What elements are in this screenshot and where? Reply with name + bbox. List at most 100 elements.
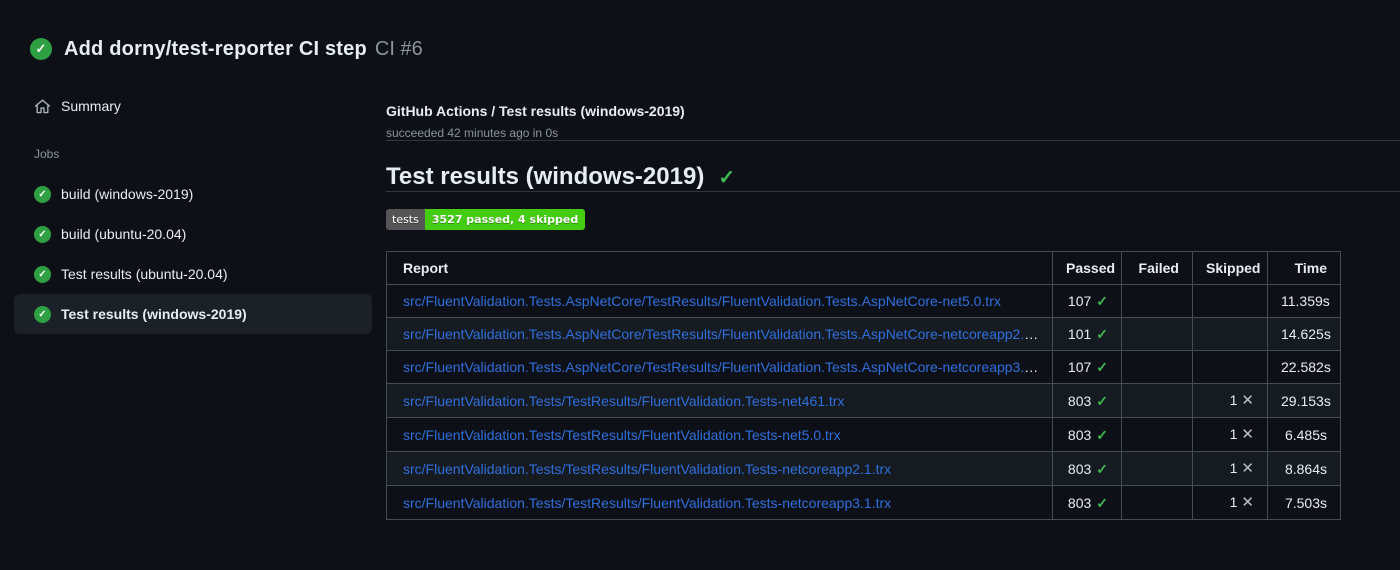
job-success-icon: ✓ [34,265,51,283]
report-link[interactable]: src/FluentValidation.Tests.AspNetCore/Te… [403,326,1051,342]
job-success-icon: ✓ [34,225,51,243]
column-header-skipped: Skipped [1192,251,1268,285]
time-cell: 22.582s [1267,350,1341,384]
failed-cell [1121,284,1193,318]
failed-cell [1121,485,1193,520]
x-icon: ✕ [1241,494,1254,511]
check-run-status-line: succeeded 42 minutes ago in 0s [386,126,559,140]
passed-count: 803 [1067,426,1092,443]
home-icon [34,98,51,113]
report-link[interactable]: src/FluentValidation.Tests/TestResults/F… [403,427,841,443]
passed-count: 101 [1067,326,1092,342]
report-cell: src/FluentValidation.Tests.AspNetCore/Te… [386,350,1053,384]
sidebar-item-label: Summary [61,98,121,114]
sidebar-item-label: Test results (ubuntu-20.04) [61,266,228,282]
report-cell: src/FluentValidation.Tests/TestResults/F… [386,383,1053,418]
table-row: src/FluentValidation.Tests/TestResults/F… [386,383,1341,418]
passed-count: 107 [1067,293,1092,309]
sidebar: Summary Jobs ✓ build (windows-2019) ✓ bu… [0,70,386,334]
sidebar-item-label: Test results (windows-2019) [61,306,247,322]
report-link[interactable]: src/FluentValidation.Tests/TestResults/F… [403,495,891,511]
check-icon: ✓ [1096,392,1108,409]
run-number: CI #6 [374,37,423,60]
sidebar-item-test-results-windows-2019[interactable]: ✓ Test results (windows-2019) [14,294,372,334]
skipped-count: 1 [1229,392,1238,408]
check-run-name: GitHub Actions / Test results (windows-2… [386,103,685,119]
check-icon: ✓ [1096,326,1108,342]
passed-cell: 803 ✓ [1052,451,1122,486]
main-panel: GitHub Actions / Test results (windows-2… [386,70,1400,520]
passed-cell: 107 ✓ [1052,284,1122,318]
table-row: src/FluentValidation.Tests.AspNetCore/Te… [386,317,1341,351]
job-success-icon: ✓ [34,185,51,203]
divider [386,191,1400,192]
sidebar-item-label: build (windows-2019) [61,186,194,202]
badge-label: tests [386,209,425,230]
passed-cell: 803 ✓ [1052,485,1122,520]
report-link[interactable]: src/FluentValidation.Tests/TestResults/F… [403,393,844,409]
run-header: ✓ Add dorny/test-reporter CI step CI #6 [0,0,1400,70]
passed-cell: 803 ✓ [1052,417,1122,452]
table-header-row: Report Passed Failed Skipped Time [386,251,1341,285]
test-results-table: Report Passed Failed Skipped Time src/Fl… [386,251,1341,520]
time-cell: 6.485s [1267,417,1341,452]
divider [386,140,1400,141]
sidebar-item-test-results-ubuntu-20-04[interactable]: ✓ Test results (ubuntu-20.04) [14,254,372,294]
skipped-cell: 1 ✕ [1192,451,1268,486]
column-header-passed: Passed [1052,251,1122,285]
table-row: src/FluentValidation.Tests/TestResults/F… [386,451,1341,486]
check-icon: ✓ [1096,426,1108,443]
run-title: Add dorny/test-reporter CI step [64,37,367,60]
table-row: src/FluentValidation.Tests/TestResults/F… [386,485,1341,520]
report-link[interactable]: src/FluentValidation.Tests.AspNetCore/Te… [403,293,1001,309]
time-cell: 7.503s [1267,485,1341,520]
skipped-cell [1192,350,1268,384]
column-header-report: Report [386,251,1053,285]
passed-count: 803 [1067,392,1092,409]
failed-cell [1121,350,1193,384]
report-link[interactable]: src/FluentValidation.Tests/TestResults/F… [403,461,891,477]
report-cell: src/FluentValidation.Tests.AspNetCore/Te… [386,317,1053,351]
skipped-cell [1192,317,1268,351]
table-row: src/FluentValidation.Tests.AspNetCore/Te… [386,350,1341,384]
time-cell: 11.359s [1267,284,1341,318]
report-cell: src/FluentValidation.Tests/TestResults/F… [386,417,1053,452]
passed-cell: 803 ✓ [1052,383,1122,418]
passed-count: 803 [1067,460,1092,477]
failed-cell [1121,417,1193,452]
section-check-icon: ✓ [718,166,736,189]
check-icon: ✓ [1096,293,1108,309]
jobs-section-label: Jobs [34,147,60,161]
x-icon: ✕ [1241,460,1254,477]
check-icon: ✓ [1096,460,1108,477]
passed-cell: 101 ✓ [1052,317,1122,351]
skipped-cell [1192,284,1268,318]
table-row: src/FluentValidation.Tests/TestResults/F… [386,417,1341,452]
sidebar-item-build-ubuntu-20-04[interactable]: ✓ build (ubuntu-20.04) [14,214,372,254]
failed-cell [1121,383,1193,418]
skipped-count: 1 [1229,426,1238,442]
badge-value: 3527 passed, 4 skipped [424,209,586,230]
skipped-cell: 1 ✕ [1192,417,1268,452]
x-icon: ✕ [1241,392,1254,409]
column-header-failed: Failed [1121,251,1193,285]
sidebar-item-summary[interactable]: Summary [14,86,372,126]
time-cell: 8.864s [1267,451,1341,486]
failed-cell [1121,451,1193,486]
time-cell: 29.153s [1267,383,1341,418]
check-icon: ✓ [1096,359,1108,375]
report-cell: src/FluentValidation.Tests.AspNetCore/Te… [386,284,1053,318]
check-icon: ✓ [1096,494,1108,511]
tests-badge: tests 3527 passed, 4 skipped [386,209,586,230]
skipped-count: 1 [1229,494,1238,510]
passed-count: 803 [1067,494,1092,511]
passed-count: 107 [1067,359,1092,375]
x-icon: ✕ [1241,426,1254,443]
report-link[interactable]: src/FluentValidation.Tests.AspNetCore/Te… [403,359,1051,375]
job-success-icon: ✓ [34,305,51,323]
sidebar-item-label: build (ubuntu-20.04) [61,226,187,242]
section-title: Test results (windows-2019) [386,163,705,190]
sidebar-item-build-windows-2019[interactable]: ✓ build (windows-2019) [14,174,372,214]
skipped-cell: 1 ✕ [1192,383,1268,418]
report-cell: src/FluentValidation.Tests/TestResults/F… [386,485,1053,520]
